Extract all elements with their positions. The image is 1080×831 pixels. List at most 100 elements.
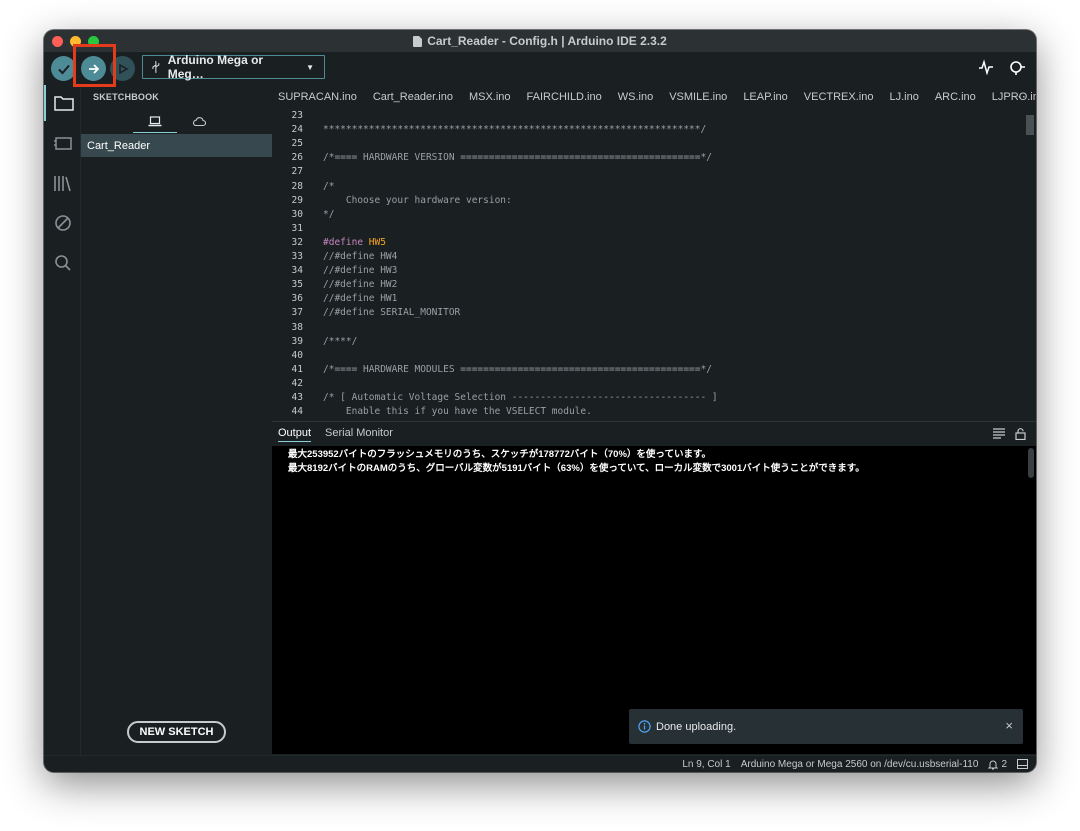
code-line: 41 /*==== HARDWARE MODULES ==============… (272, 364, 1012, 378)
cloud-icon (193, 117, 206, 127)
more-tabs-button[interactable]: ⋯ (1013, 89, 1026, 105)
new-sketch-button[interactable]: NEW SKETCH (127, 721, 226, 743)
notification-message: Done uploading. (656, 720, 737, 733)
local-sketchbook-tab[interactable] (133, 111, 177, 133)
output-scrollbar[interactable] (1028, 448, 1034, 478)
notifications-status[interactable]: 2 (988, 759, 1007, 770)
code-text: */ (323, 208, 335, 220)
boards-manager-activity-button[interactable] (44, 125, 81, 161)
tab-vectrex[interactable]: VECTREX.ino (804, 91, 874, 103)
line-number: 23 (291, 110, 303, 121)
tab-fairchild[interactable]: FAIRCHILD.ino (527, 91, 602, 103)
line-number: 32 (291, 236, 303, 248)
code-line: 43 /* [ Automatic Voltage Selection -----… (272, 392, 1012, 406)
line-number: 44 (291, 406, 303, 418)
tab-msx[interactable]: MSX.ino (469, 91, 511, 103)
ide-window: Cart_Reader - Config.h | Arduino IDE 2.3… (44, 30, 1036, 772)
code-text: /* [ Automatic Voltage Selection -------… (323, 392, 718, 403)
code-line: 30 */ (272, 209, 1012, 223)
chevron-down-icon: ▼ (306, 62, 314, 72)
line-number: 26 (291, 152, 303, 164)
maximize-window-button[interactable] (88, 36, 99, 47)
code-text: //#define HW3 (323, 265, 398, 277)
tab-output[interactable]: Output (278, 427, 312, 442)
line-number: 29 (291, 194, 303, 206)
code-line: 42 (272, 378, 1012, 392)
lock-icon[interactable] (1015, 428, 1026, 440)
code-line: 32 #define HW5 (272, 237, 1012, 251)
checkmark-icon (57, 64, 70, 74)
editor-tabs: SUPRACAN.ino Cart_Reader.ino MSX.ino FAI… (272, 85, 1036, 109)
usb-icon (152, 61, 160, 73)
sketchbook-activity-button[interactable] (44, 85, 81, 121)
library-icon (53, 176, 71, 192)
upload-notification: Done uploading. × (629, 709, 1023, 744)
tab-leap[interactable]: LEAP.ino (743, 91, 787, 103)
tab-lj[interactable]: LJ.ino (889, 91, 918, 103)
line-number: 34 (291, 265, 303, 277)
board-selector[interactable]: Arduino Mega or Meg… ▼ (142, 53, 325, 81)
tab-ws[interactable]: WS.ino (618, 91, 653, 103)
code-line: 23 (272, 110, 1012, 124)
info-icon (638, 720, 651, 733)
code-text: Enable this if you have the VSELECT modu… (323, 406, 592, 418)
debug-activity-button[interactable] (44, 205, 81, 241)
toggle-panel-icon[interactable] (1017, 759, 1028, 769)
sidebar-tabs (133, 111, 221, 133)
code-line: 44 Enable this if you have the VSELECT m… (272, 406, 1012, 420)
line-number: 35 (291, 279, 303, 291)
output-console[interactable]: 最大253952バイトのフラッシュメモリのうち、スケッチが178772バイト（7… (272, 446, 1036, 754)
code-line: 29 Choose your hardware version: (272, 195, 1012, 209)
panel-tools (993, 428, 1026, 440)
minimize-window-button[interactable] (70, 36, 81, 47)
code-line: 24 **************************************… (272, 124, 1012, 138)
line-number: 37 (291, 307, 303, 319)
line-number: 25 (291, 138, 303, 150)
tab-serial-monitor[interactable]: Serial Monitor (325, 427, 393, 441)
preprocessor-keyword: #define (323, 236, 364, 248)
line-number: 31 (291, 222, 303, 234)
search-activity-button[interactable] (44, 245, 81, 281)
editor-scrollbar[interactable] (1026, 109, 1034, 421)
line-number: 40 (291, 349, 303, 361)
cloud-sketchbook-tab[interactable] (177, 111, 221, 133)
serial-monitor-icon[interactable] (1008, 59, 1026, 75)
close-window-button[interactable] (52, 36, 63, 47)
tab-vsmile[interactable]: VSMILE.ino (669, 91, 727, 103)
sketch-list-item[interactable]: Cart_Reader (81, 134, 272, 157)
tab-cart-reader[interactable]: Cart_Reader.ino (373, 91, 453, 103)
verify-button[interactable] (51, 56, 76, 81)
sidebar-header: SKETCHBOOK (93, 92, 160, 102)
cursor-position[interactable]: Ln 9, Col 1 (682, 759, 730, 770)
macro-name: HW5 (363, 236, 386, 248)
toolbar-right (978, 59, 1026, 75)
code-editor[interactable]: 23 24 ************************************… (272, 109, 1036, 421)
arrow-right-icon (88, 63, 99, 74)
debug-button[interactable] (110, 56, 135, 81)
code-line: 39 /****/ (272, 336, 1012, 350)
line-number: 33 (291, 251, 303, 262)
library-manager-activity-button[interactable] (44, 165, 81, 201)
window-controls (52, 36, 99, 47)
close-notification-button[interactable]: × (1005, 718, 1013, 733)
code-line: 36 //#define HW1 (272, 293, 1012, 307)
clear-output-icon[interactable] (993, 428, 1005, 439)
editor-scroll-thumb[interactable] (1026, 115, 1034, 135)
search-icon (54, 255, 71, 271)
activity-bar (44, 85, 81, 755)
line-number: 30 (291, 208, 303, 220)
laptop-icon (148, 116, 162, 127)
tab-arc[interactable]: ARC.ino (935, 91, 976, 103)
code-line: 27 (272, 166, 1012, 180)
tab-supracan[interactable]: SUPRACAN.ino (278, 91, 357, 103)
code-text: /* (323, 180, 335, 192)
code-text: /*==== HARDWARE VERSION ================… (323, 152, 712, 164)
serial-plotter-icon[interactable] (978, 59, 994, 75)
code-line: 38 (272, 322, 1012, 336)
board-port-status[interactable]: Arduino Mega or Mega 2560 on /dev/cu.usb… (741, 759, 979, 770)
code-text: Choose your hardware version: (323, 194, 512, 206)
upload-button[interactable] (81, 56, 106, 81)
bell-icon (988, 760, 999, 769)
code-line: 40 (272, 350, 1012, 364)
notifications-count: 2 (1001, 758, 1007, 770)
